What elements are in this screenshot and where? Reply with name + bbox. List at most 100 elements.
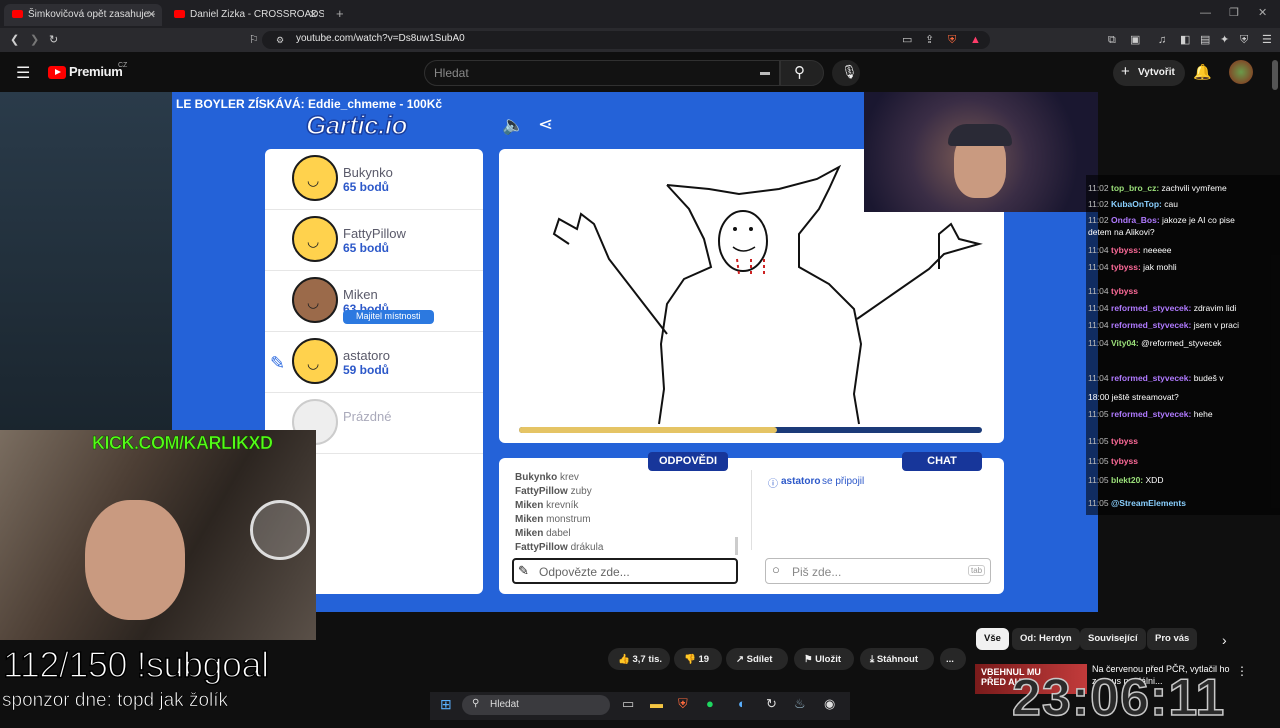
like-button[interactable]: 👍 3,7 tis. bbox=[608, 648, 670, 670]
minimize-icon[interactable]: — bbox=[1200, 7, 1211, 19]
player-avatar: ◡ bbox=[292, 155, 338, 201]
share-page-icon[interactable]: ⇪ bbox=[925, 33, 934, 47]
chat-timestamp: 11:02 bbox=[1088, 215, 1112, 225]
tab-answers[interactable]: ODPOVĚDI bbox=[648, 452, 728, 471]
chat-username[interactable]: tybyss bbox=[1111, 456, 1138, 466]
back-icon[interactable]: ❮ bbox=[10, 33, 19, 47]
obs-icon[interactable]: ◉ bbox=[824, 696, 835, 712]
chat-username[interactable]: tybyss: bbox=[1111, 245, 1143, 255]
player-name: Prázdné bbox=[343, 409, 392, 424]
panel-divider bbox=[751, 470, 752, 550]
task-view-icon[interactable]: ▭ bbox=[622, 696, 634, 712]
brave-browser-icon[interactable]: ⛨ bbox=[678, 696, 688, 712]
brave-shield-icon[interactable]: ⛨ bbox=[948, 33, 956, 47]
youtube-favicon bbox=[12, 10, 23, 18]
site-info-icon[interactable]: ⚙ bbox=[276, 33, 284, 47]
chat-username[interactable]: tybyss bbox=[1111, 286, 1138, 296]
extensions-icon[interactable]: ⧉ bbox=[1108, 33, 1116, 47]
save-label: Uložit bbox=[815, 654, 842, 665]
answer-user: Miken bbox=[515, 528, 544, 539]
more-vert-icon[interactable]: ⋮ bbox=[1236, 664, 1248, 678]
browser-icon[interactable]: ◐ bbox=[738, 696, 746, 711]
taskbar-search-field[interactable] bbox=[462, 695, 610, 715]
vpn-icon[interactable]: ⛨ bbox=[1240, 33, 1248, 47]
file-explorer-icon[interactable]: ▬ bbox=[650, 696, 663, 711]
download-label: Stáhnout bbox=[876, 654, 919, 665]
avatar[interactable] bbox=[1229, 60, 1253, 84]
chat-username[interactable]: blekt20: bbox=[1111, 475, 1146, 485]
chat-username[interactable]: reformed_styvecek: bbox=[1111, 303, 1194, 313]
scrollbar[interactable] bbox=[1272, 60, 1278, 90]
player-score: 59 bodů bbox=[343, 363, 390, 377]
browser-tab-active[interactable]: Šimkovičová opět zasahuje - ✕ bbox=[4, 4, 162, 26]
player-row[interactable]: ◡ astatoro 59 bodů bbox=[265, 332, 483, 393]
thumbs-down-icon: 👎 bbox=[684, 654, 696, 665]
player-row[interactable]: ◡ Bukynko 65 bodů bbox=[265, 149, 483, 210]
share-arrow-icon: ↗ bbox=[736, 654, 744, 665]
cast-icon[interactable]: ▭ bbox=[902, 33, 912, 47]
tab-chat[interactable]: CHAT bbox=[902, 452, 982, 471]
spotify-icon[interactable]: ● bbox=[706, 696, 714, 711]
chip-related[interactable]: Související bbox=[1080, 628, 1146, 650]
bookmark-icon[interactable]: ⚐ bbox=[249, 33, 259, 47]
youtube-premium-logo[interactable]: Premium bbox=[69, 64, 123, 79]
new-tab-button[interactable]: + bbox=[336, 6, 344, 21]
chat-username[interactable]: Vity04: bbox=[1111, 338, 1141, 348]
keyboard-icon[interactable]: ▬ bbox=[760, 67, 770, 78]
download-icon: ⤓ bbox=[870, 654, 875, 665]
forward-icon[interactable]: ❯ bbox=[30, 33, 39, 47]
rewards-icon[interactable]: ▲ bbox=[970, 33, 981, 47]
notifications-bell-icon[interactable]: 🔔 bbox=[1193, 63, 1212, 81]
stream-chat-message: 11:04 tybyss bbox=[1088, 286, 1138, 296]
browser-tab[interactable]: Daniel Zizka - CROSSROADS | Czech ✕ bbox=[166, 4, 324, 26]
search-input[interactable] bbox=[424, 60, 780, 86]
player-name: Bukynko bbox=[343, 165, 393, 180]
download-button[interactable]: ⤓ Stáhnout bbox=[860, 648, 934, 670]
sound-icon[interactable]: 🔈 bbox=[502, 115, 524, 136]
save-button[interactable]: ⚑ Uložit bbox=[794, 648, 854, 670]
leo-ai-icon[interactable]: ✦ bbox=[1220, 33, 1229, 47]
close-tab-icon[interactable]: ✕ bbox=[147, 8, 156, 21]
answer-text: krevník bbox=[546, 500, 579, 511]
answers-scrollbar[interactable] bbox=[735, 537, 738, 555]
chat-username[interactable]: top_bro_cz: bbox=[1111, 183, 1162, 193]
close-window-icon[interactable]: ✕ bbox=[1258, 6, 1267, 19]
chat-username[interactable]: reformed_styvecek: bbox=[1111, 409, 1194, 419]
share-icon[interactable]: ⋖ bbox=[538, 114, 553, 135]
hamburger-menu-icon[interactable]: ☰ bbox=[16, 63, 30, 83]
chat-username[interactable]: @StreamElements bbox=[1111, 498, 1186, 508]
more-actions-button[interactable]: ... bbox=[940, 648, 966, 670]
music-icon[interactable]: ♫ bbox=[1158, 33, 1166, 47]
dislike-button[interactable]: 👎 19 bbox=[674, 648, 722, 670]
stream-chat-message: 11:02 Ondra_Bos: jakoze je AI co pise bbox=[1088, 215, 1235, 225]
stream-chat-message: 18:00 ještě streamovat? bbox=[1088, 392, 1179, 402]
windows-start-icon[interactable]: ⊞ bbox=[440, 696, 452, 713]
chip-for-you[interactable]: Pro vás bbox=[1147, 628, 1198, 650]
wallet-icon[interactable]: ▤ bbox=[1200, 33, 1210, 47]
chat-username[interactable]: KubaOnTop: bbox=[1111, 199, 1164, 209]
chat-username[interactable]: reformed_styvecek: bbox=[1111, 373, 1194, 383]
sidebar-icon[interactable]: ◧ bbox=[1180, 33, 1190, 47]
close-tab-icon[interactable]: ✕ bbox=[309, 8, 318, 21]
chat-username[interactable]: Ondra_Bos: bbox=[1111, 215, 1162, 225]
share-label: Sdílet bbox=[746, 654, 773, 665]
share-button[interactable]: ↗ Sdílet bbox=[726, 648, 788, 670]
chat-username[interactable]: tybyss bbox=[1111, 436, 1138, 446]
answer-item: Miken monstrum bbox=[515, 514, 591, 525]
steam-icon[interactable]: ♨ bbox=[794, 696, 806, 712]
screenshot-icon[interactable]: ▣ bbox=[1130, 33, 1140, 47]
chip-from-channel[interactable]: Od: Herdyn bbox=[1012, 628, 1080, 650]
app-icon[interactable]: ↻ bbox=[766, 696, 777, 712]
browser-tab-bar: Šimkovičová opět zasahuje - ✕ Daniel Ziz… bbox=[0, 0, 1280, 28]
chat-username[interactable]: reformed_styvecek: bbox=[1111, 320, 1194, 330]
round-progress-fill bbox=[519, 427, 777, 433]
chat-username[interactable]: tybyss: bbox=[1111, 262, 1143, 272]
maximize-icon[interactable]: ❐ bbox=[1229, 6, 1239, 19]
reload-icon[interactable]: ↻ bbox=[49, 33, 58, 47]
menu-icon[interactable]: ☰ bbox=[1262, 33, 1272, 47]
player-row[interactable]: ◡ FattyPillow 65 bodů bbox=[265, 210, 483, 271]
chevron-right-icon[interactable]: › bbox=[1222, 632, 1227, 648]
play-icon bbox=[55, 69, 61, 75]
chip-all[interactable]: Vše bbox=[976, 628, 1009, 650]
face-shape bbox=[85, 500, 185, 620]
